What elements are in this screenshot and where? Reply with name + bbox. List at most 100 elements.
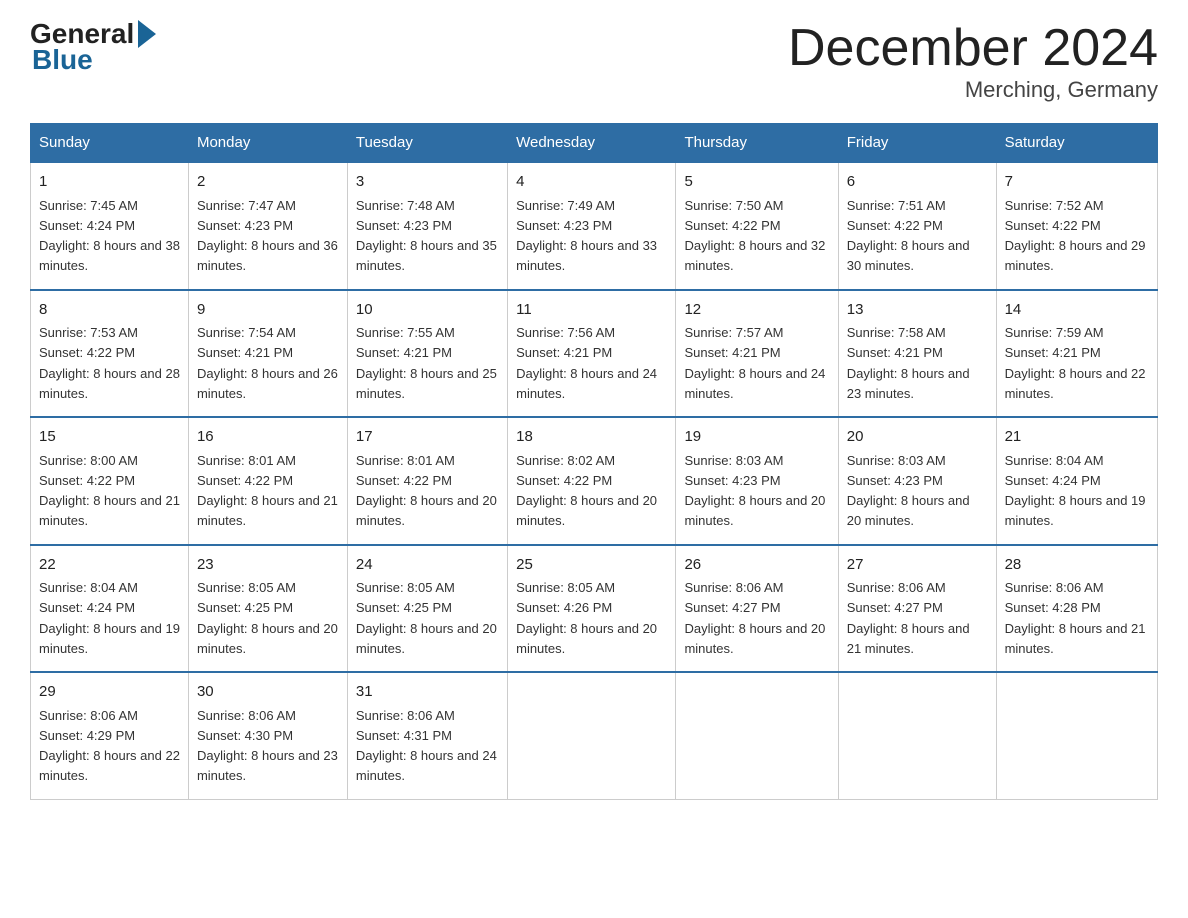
logo-arrow-icon	[138, 20, 156, 48]
table-row: 30 Sunrise: 8:06 AMSunset: 4:30 PMDaylig…	[188, 672, 347, 799]
table-row: 27 Sunrise: 8:06 AMSunset: 4:27 PMDaylig…	[838, 545, 996, 673]
table-row: 2 Sunrise: 7:47 AMSunset: 4:23 PMDayligh…	[188, 162, 347, 290]
day-info: Sunrise: 7:53 AMSunset: 4:22 PMDaylight:…	[39, 325, 180, 401]
day-info: Sunrise: 8:03 AMSunset: 4:23 PMDaylight:…	[684, 453, 825, 529]
day-info: Sunrise: 8:00 AMSunset: 4:22 PMDaylight:…	[39, 453, 180, 529]
day-info: Sunrise: 7:56 AMSunset: 4:21 PMDaylight:…	[516, 325, 657, 401]
day-number: 25	[516, 554, 667, 577]
col-monday: Monday	[188, 124, 347, 163]
col-tuesday: Tuesday	[347, 124, 507, 163]
table-row: 7 Sunrise: 7:52 AMSunset: 4:22 PMDayligh…	[996, 162, 1157, 290]
day-number: 10	[356, 299, 499, 322]
day-number: 24	[356, 554, 499, 577]
day-info: Sunrise: 8:02 AMSunset: 4:22 PMDaylight:…	[516, 453, 657, 529]
table-row: 6 Sunrise: 7:51 AMSunset: 4:22 PMDayligh…	[838, 162, 996, 290]
col-sunday: Sunday	[31, 124, 189, 163]
day-info: Sunrise: 7:57 AMSunset: 4:21 PMDaylight:…	[684, 325, 825, 401]
table-row: 11 Sunrise: 7:56 AMSunset: 4:21 PMDaylig…	[508, 290, 676, 418]
table-row	[676, 672, 838, 799]
day-info: Sunrise: 7:45 AMSunset: 4:24 PMDaylight:…	[39, 198, 180, 274]
day-info: Sunrise: 7:52 AMSunset: 4:22 PMDaylight:…	[1005, 198, 1146, 274]
day-info: Sunrise: 7:54 AMSunset: 4:21 PMDaylight:…	[197, 325, 338, 401]
table-row: 10 Sunrise: 7:55 AMSunset: 4:21 PMDaylig…	[347, 290, 507, 418]
day-info: Sunrise: 7:51 AMSunset: 4:22 PMDaylight:…	[847, 198, 970, 274]
calendar-week-row: 22 Sunrise: 8:04 AMSunset: 4:24 PMDaylig…	[31, 545, 1158, 673]
calendar-week-row: 8 Sunrise: 7:53 AMSunset: 4:22 PMDayligh…	[31, 290, 1158, 418]
day-info: Sunrise: 7:47 AMSunset: 4:23 PMDaylight:…	[197, 198, 338, 274]
day-number: 2	[197, 171, 339, 194]
day-info: Sunrise: 8:06 AMSunset: 4:31 PMDaylight:…	[356, 708, 497, 784]
day-info: Sunrise: 7:59 AMSunset: 4:21 PMDaylight:…	[1005, 325, 1146, 401]
day-info: Sunrise: 8:06 AMSunset: 4:30 PMDaylight:…	[197, 708, 338, 784]
day-number: 23	[197, 554, 339, 577]
table-row: 4 Sunrise: 7:49 AMSunset: 4:23 PMDayligh…	[508, 162, 676, 290]
day-info: Sunrise: 8:06 AMSunset: 4:28 PMDaylight:…	[1005, 580, 1146, 656]
day-number: 28	[1005, 554, 1149, 577]
table-row: 20 Sunrise: 8:03 AMSunset: 4:23 PMDaylig…	[838, 417, 996, 545]
table-row: 25 Sunrise: 8:05 AMSunset: 4:26 PMDaylig…	[508, 545, 676, 673]
table-row: 12 Sunrise: 7:57 AMSunset: 4:21 PMDaylig…	[676, 290, 838, 418]
col-saturday: Saturday	[996, 124, 1157, 163]
day-info: Sunrise: 7:55 AMSunset: 4:21 PMDaylight:…	[356, 325, 497, 401]
day-number: 9	[197, 299, 339, 322]
table-row: 21 Sunrise: 8:04 AMSunset: 4:24 PMDaylig…	[996, 417, 1157, 545]
calendar-table: Sunday Monday Tuesday Wednesday Thursday…	[30, 123, 1158, 800]
day-number: 12	[684, 299, 829, 322]
day-number: 27	[847, 554, 988, 577]
day-info: Sunrise: 8:01 AMSunset: 4:22 PMDaylight:…	[197, 453, 338, 529]
day-number: 16	[197, 426, 339, 449]
table-row: 3 Sunrise: 7:48 AMSunset: 4:23 PMDayligh…	[347, 162, 507, 290]
calendar-week-row: 1 Sunrise: 7:45 AMSunset: 4:24 PMDayligh…	[31, 162, 1158, 290]
table-row: 23 Sunrise: 8:05 AMSunset: 4:25 PMDaylig…	[188, 545, 347, 673]
col-friday: Friday	[838, 124, 996, 163]
day-number: 30	[197, 681, 339, 704]
day-number: 11	[516, 299, 667, 322]
day-number: 18	[516, 426, 667, 449]
day-info: Sunrise: 8:05 AMSunset: 4:25 PMDaylight:…	[197, 580, 338, 656]
table-row: 26 Sunrise: 8:06 AMSunset: 4:27 PMDaylig…	[676, 545, 838, 673]
table-row: 18 Sunrise: 8:02 AMSunset: 4:22 PMDaylig…	[508, 417, 676, 545]
day-info: Sunrise: 8:01 AMSunset: 4:22 PMDaylight:…	[356, 453, 497, 529]
day-number: 14	[1005, 299, 1149, 322]
table-row: 1 Sunrise: 7:45 AMSunset: 4:24 PMDayligh…	[31, 162, 189, 290]
day-number: 1	[39, 171, 180, 194]
table-row: 29 Sunrise: 8:06 AMSunset: 4:29 PMDaylig…	[31, 672, 189, 799]
page-subtitle: Merching, Germany	[788, 77, 1158, 103]
table-row: 22 Sunrise: 8:04 AMSunset: 4:24 PMDaylig…	[31, 545, 189, 673]
table-row: 13 Sunrise: 7:58 AMSunset: 4:21 PMDaylig…	[838, 290, 996, 418]
col-wednesday: Wednesday	[508, 124, 676, 163]
table-row: 31 Sunrise: 8:06 AMSunset: 4:31 PMDaylig…	[347, 672, 507, 799]
calendar-header-row: Sunday Monday Tuesday Wednesday Thursday…	[31, 124, 1158, 163]
table-row: 5 Sunrise: 7:50 AMSunset: 4:22 PMDayligh…	[676, 162, 838, 290]
day-number: 22	[39, 554, 180, 577]
table-row: 8 Sunrise: 7:53 AMSunset: 4:22 PMDayligh…	[31, 290, 189, 418]
calendar-week-row: 29 Sunrise: 8:06 AMSunset: 4:29 PMDaylig…	[31, 672, 1158, 799]
day-number: 20	[847, 426, 988, 449]
logo-blue-text: Blue	[32, 44, 93, 76]
table-row: 19 Sunrise: 8:03 AMSunset: 4:23 PMDaylig…	[676, 417, 838, 545]
table-row: 14 Sunrise: 7:59 AMSunset: 4:21 PMDaylig…	[996, 290, 1157, 418]
day-info: Sunrise: 7:58 AMSunset: 4:21 PMDaylight:…	[847, 325, 970, 401]
logo: General Blue	[30, 20, 156, 76]
day-number: 29	[39, 681, 180, 704]
col-thursday: Thursday	[676, 124, 838, 163]
day-number: 7	[1005, 171, 1149, 194]
day-info: Sunrise: 8:06 AMSunset: 4:27 PMDaylight:…	[847, 580, 970, 656]
table-row: 15 Sunrise: 8:00 AMSunset: 4:22 PMDaylig…	[31, 417, 189, 545]
title-area: December 2024 Merching, Germany	[788, 20, 1158, 103]
day-number: 5	[684, 171, 829, 194]
day-info: Sunrise: 8:05 AMSunset: 4:25 PMDaylight:…	[356, 580, 497, 656]
table-row	[508, 672, 676, 799]
page-title: December 2024	[788, 20, 1158, 77]
table-row: 9 Sunrise: 7:54 AMSunset: 4:21 PMDayligh…	[188, 290, 347, 418]
day-number: 13	[847, 299, 988, 322]
page-header: General Blue December 2024 Merching, Ger…	[30, 20, 1158, 103]
table-row: 16 Sunrise: 8:01 AMSunset: 4:22 PMDaylig…	[188, 417, 347, 545]
day-info: Sunrise: 7:48 AMSunset: 4:23 PMDaylight:…	[356, 198, 497, 274]
table-row: 28 Sunrise: 8:06 AMSunset: 4:28 PMDaylig…	[996, 545, 1157, 673]
day-info: Sunrise: 7:49 AMSunset: 4:23 PMDaylight:…	[516, 198, 657, 274]
day-info: Sunrise: 8:06 AMSunset: 4:29 PMDaylight:…	[39, 708, 180, 784]
day-number: 3	[356, 171, 499, 194]
calendar-week-row: 15 Sunrise: 8:00 AMSunset: 4:22 PMDaylig…	[31, 417, 1158, 545]
day-number: 26	[684, 554, 829, 577]
